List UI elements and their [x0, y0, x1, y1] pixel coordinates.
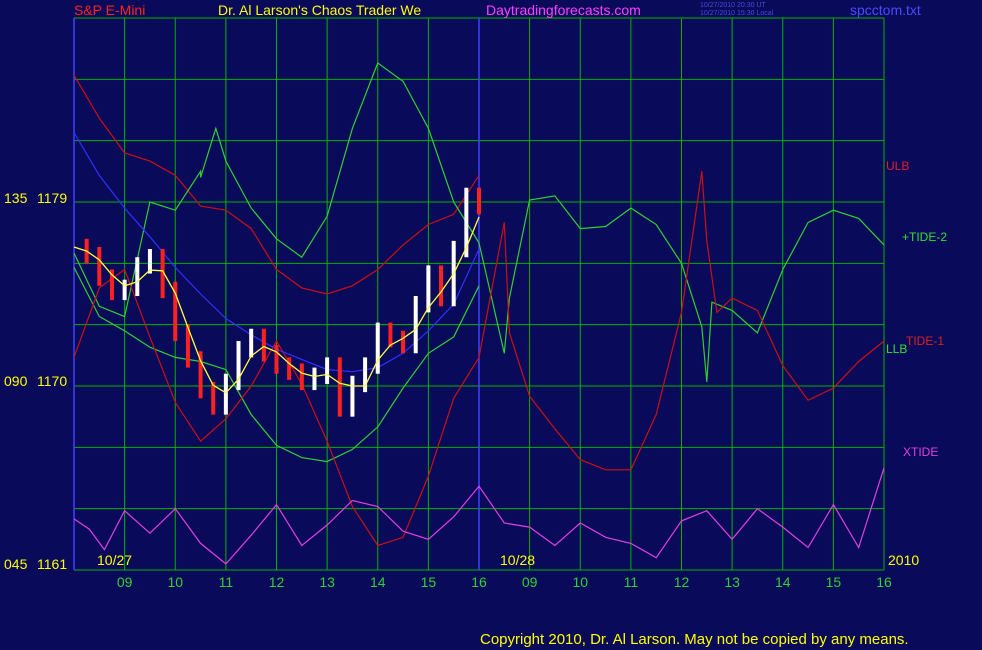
chart-canvas: 09 10 11 12 13 14 15 16 09 10 11 12 13 14 15 16 135 117…	[4, 17, 947, 590]
y-axis-labels: 135 1179 090 1170 045 1161	[4, 190, 67, 572]
x-tick-label-11: 12	[674, 574, 690, 590]
local-timestamp: 10/27/2010 15:30 Local	[700, 10, 774, 17]
x-tick-label-10: 11	[624, 574, 639, 590]
symbol-title: S&P E-Mini	[74, 2, 146, 18]
copyright-notice: Copyright 2010, Dr. Al Larson. May not b…	[480, 631, 909, 648]
author-title: Dr. Al Larson's Chaos Trader We	[218, 2, 422, 18]
x-tick-label-8: 09	[522, 574, 538, 590]
y-label-price-1: 1170	[37, 373, 67, 389]
y-label-code-2: 045	[4, 556, 28, 572]
x-tick-label-0: 09	[117, 574, 133, 590]
x-tick-label-9: 10	[572, 574, 588, 590]
label-xtide: XTIDE	[903, 445, 938, 459]
x-tick-label-12: 13	[724, 574, 740, 590]
x-tick-label-6: 15	[421, 574, 437, 590]
y-label-price-2: 1161	[37, 556, 67, 572]
y-label-code-0: 135	[4, 190, 28, 206]
x-tick-label-15: 16	[876, 574, 892, 590]
y-label-price-0: 1179	[37, 190, 67, 206]
x-tick-label-13: 14	[775, 574, 791, 590]
label-tide1: TIDE-1	[906, 334, 944, 348]
label-llb: LLB	[886, 342, 907, 356]
x-tick-label-1: 10	[167, 574, 183, 590]
label-tide2: +TIDE-2	[902, 230, 947, 244]
ut-timestamp: 10/27/2010 20:30 UT	[700, 2, 766, 9]
right-series-labels: ULB +TIDE-2 TIDE-1 LLB XTIDE	[886, 159, 947, 459]
date-label-day1: 10/27	[97, 552, 132, 568]
date-label-day2: 10/28	[500, 552, 535, 568]
x-tick-label-5: 14	[370, 574, 386, 590]
date-label-year: 2010	[888, 552, 919, 568]
x-tick-label-4: 13	[319, 574, 335, 590]
x-tick-label-14: 15	[826, 574, 842, 590]
x-tick-label-2: 11	[219, 574, 234, 590]
x-tick-label-7: 16	[471, 574, 487, 590]
y-label-code-1: 090	[4, 373, 28, 389]
data-filename: spcctom.txt	[850, 2, 921, 18]
x-axis-ticks: 09 10 11 12 13 14 15 16 09 10 11 12 13 14 15 16	[117, 574, 892, 590]
site-link[interactable]: Daytradingforecasts.com	[486, 2, 641, 18]
label-ulb: ULB	[886, 159, 909, 173]
x-tick-label-3: 12	[269, 574, 285, 590]
